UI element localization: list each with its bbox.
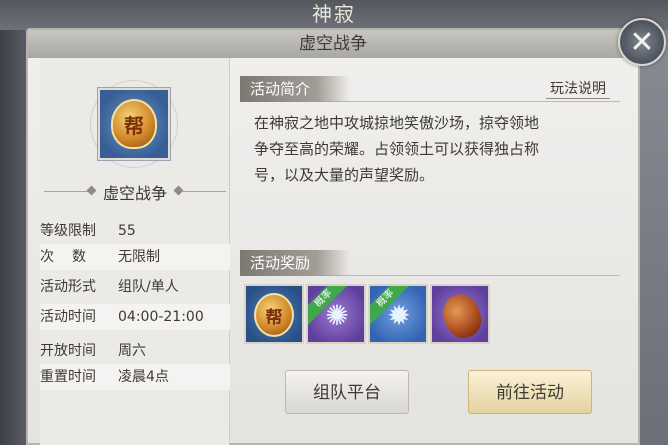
info-row-time: 活动时间 04:00-21:00	[40, 304, 230, 330]
gameplay-help-link[interactable]: 玩法说明	[546, 78, 610, 99]
ornament-left	[86, 185, 97, 196]
panel-title: 虚空战争	[28, 30, 638, 58]
info-key: 次数	[40, 249, 104, 265]
background-strip	[0, 0, 28, 445]
info-row-open: 开放时间 周六	[40, 338, 230, 364]
reward-item-purple-rune[interactable]: ✺ 概率	[306, 284, 366, 344]
info-row-format: 活动形式 组队/单人	[40, 274, 230, 300]
close-icon: ✕	[629, 24, 655, 60]
intro-title: 活动简介	[240, 76, 350, 102]
ornament-right	[173, 185, 184, 196]
activity-name-text: 虚空战争	[102, 184, 167, 203]
intro-line: 争夺至高的荣耀。占领领土可以获得独占称	[254, 140, 540, 158]
info-value: 凌晨4点	[118, 369, 169, 385]
info-value: 无限制	[118, 249, 160, 265]
activity-info-column: 帮 虚空战争 等级限制 55 次数 无限制 活动形式 组队/单人 活动时间 04…	[40, 58, 230, 445]
reward-item-blue-rune[interactable]: ✹ 概率	[368, 284, 428, 344]
guild-coin-icon: 帮	[254, 293, 294, 337]
rewards-title: 活动奖励	[240, 250, 350, 276]
rewards-section-header: 活动奖励	[240, 250, 620, 276]
reward-list: 帮 ✺ 概率 ✹ 概率	[244, 284, 504, 346]
info-row-reset: 重置时间 凌晨4点	[40, 364, 230, 390]
info-key: 开放时间	[40, 343, 96, 359]
intro-line: 号，以及大量的声望奖励。	[254, 166, 435, 184]
info-key: 活动时间	[40, 309, 96, 325]
activity-name: 虚空战争	[40, 180, 230, 203]
info-value: 周六	[118, 343, 146, 359]
reward-item-guild-coin[interactable]: 帮	[244, 284, 304, 344]
team-platform-button[interactable]: 组队平台	[285, 370, 409, 414]
info-key: 等级限制	[40, 223, 96, 239]
info-value: 组队/单人	[118, 279, 179, 295]
outer-title: 神寂	[0, 0, 668, 30]
info-key: 重置时间	[40, 369, 96, 385]
intro-description: 在神寂之地中攻城掠地笑傲沙场，掠夺领地 争夺至高的荣耀。占领领土可以获得独占称 …	[254, 110, 624, 188]
intro-section-header: 活动简介 玩法说明	[240, 76, 620, 102]
reward-item-red-egg[interactable]	[430, 284, 490, 344]
activity-emblem: 帮	[98, 88, 170, 160]
info-row-count: 次数 无限制	[40, 244, 230, 270]
intro-line: 在神寂之地中攻城掠地笑傲沙场，掠夺领地	[254, 114, 540, 132]
red-egg-icon	[437, 289, 487, 342]
go-to-activity-button[interactable]: 前往活动	[468, 370, 592, 414]
game-screen: 神寂 虚空战争 ✕ 帮 虚空战争 等级限制 55 次数 无限制 活动形式 组队/…	[0, 0, 668, 445]
close-button[interactable]: ✕	[618, 18, 666, 66]
info-value: 04:00-21:00	[118, 309, 204, 325]
guild-emblem-icon: 帮	[111, 99, 157, 149]
info-value: 55	[118, 223, 136, 239]
info-row-level: 等级限制 55	[40, 218, 230, 244]
info-key: 活动形式	[40, 279, 96, 295]
